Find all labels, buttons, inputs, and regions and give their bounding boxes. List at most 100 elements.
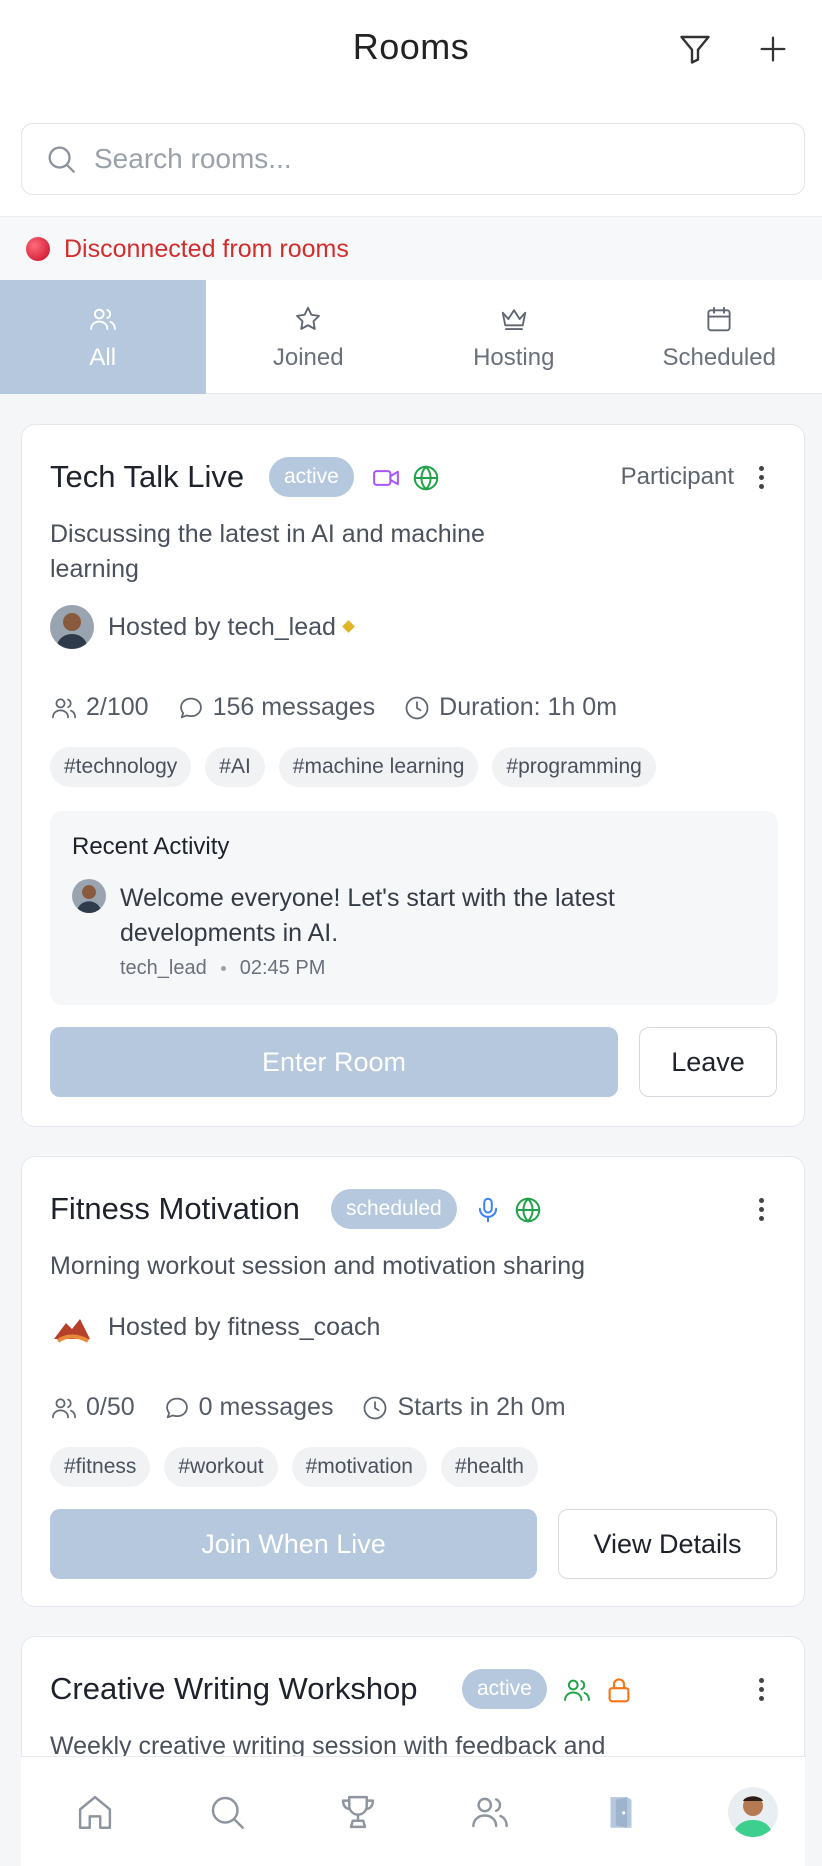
header: Rooms bbox=[0, 0, 822, 100]
trophy-icon bbox=[337, 1791, 379, 1833]
room-description: Discussing the latest in AI and machine … bbox=[50, 520, 485, 583]
activity-meta: tech_lead 02:45 PM bbox=[120, 957, 325, 980]
messages-count: 156 messages bbox=[212, 693, 376, 721]
room-name: Fitness Motivation bbox=[50, 1191, 300, 1226]
clock-icon bbox=[361, 1394, 397, 1422]
start-time-text: Starts in 2h 0m bbox=[397, 1393, 566, 1421]
activity-message: Welcome everyone! Let's start with the l… bbox=[120, 884, 615, 947]
filter-button[interactable] bbox=[674, 28, 716, 70]
users-icon bbox=[50, 1394, 86, 1422]
video-icon bbox=[371, 463, 401, 493]
host-info: Hosted by fitness_coach bbox=[50, 1305, 380, 1349]
recent-activity: Recent Activity Welcome everyone! Let's … bbox=[50, 811, 778, 1005]
tab-joined[interactable]: Joined bbox=[206, 280, 412, 394]
enter-room-button[interactable]: Enter Room bbox=[50, 1027, 618, 1097]
participants-stat: 0/50 bbox=[50, 1393, 135, 1422]
participants-count: 2/100 bbox=[86, 693, 149, 721]
recent-activity-heading: Recent Activity bbox=[72, 833, 230, 860]
duration-text: Duration: 1h 0m bbox=[439, 693, 618, 721]
home-icon bbox=[74, 1791, 116, 1833]
room-description: Morning workout session and motivation s… bbox=[50, 1252, 585, 1280]
nav-profile[interactable] bbox=[723, 1782, 783, 1842]
users-icon bbox=[562, 1675, 592, 1705]
users-icon bbox=[50, 694, 86, 722]
tag[interactable]: #programming bbox=[492, 747, 656, 787]
search-icon bbox=[44, 142, 84, 176]
tag[interactable]: #AI bbox=[205, 747, 265, 787]
room-stats: 2/100 156 messages Duration: 1h 0m bbox=[50, 693, 645, 722]
tag[interactable]: #health bbox=[440, 1447, 538, 1487]
room-card[interactable]: Fitness Motivation scheduled Morning wor… bbox=[21, 1156, 805, 1607]
tag[interactable]: #motivation bbox=[291, 1447, 427, 1487]
tab-all-label: All bbox=[89, 344, 117, 371]
lock-icon bbox=[604, 1675, 634, 1705]
time-stat: Starts in 2h 0m bbox=[361, 1393, 566, 1422]
room-filter-tabs: All Joined Hosting Scheduled bbox=[0, 280, 822, 394]
more-options-button[interactable] bbox=[752, 457, 770, 497]
activity-time: 02:45 PM bbox=[239, 957, 326, 979]
host-info: Hosted by tech_lead bbox=[50, 605, 355, 649]
bottom-navigation bbox=[21, 1756, 805, 1866]
status-badge: scheduled bbox=[331, 1189, 457, 1229]
door-icon bbox=[600, 1791, 642, 1833]
verified-badge-icon bbox=[342, 619, 355, 633]
nav-rooms[interactable] bbox=[591, 1782, 651, 1842]
calendar-icon bbox=[704, 302, 734, 336]
tab-hosting-label: Hosting bbox=[473, 344, 555, 371]
search-input[interactable] bbox=[94, 143, 774, 175]
activity-author: tech_lead bbox=[120, 957, 207, 979]
host-name: Hosted by fitness_coach bbox=[108, 1312, 381, 1341]
star-icon bbox=[293, 302, 323, 336]
view-details-button[interactable]: View Details bbox=[558, 1509, 777, 1579]
message-icon bbox=[163, 1394, 199, 1422]
tag[interactable]: #machine learning bbox=[278, 747, 479, 787]
tag[interactable]: #fitness bbox=[50, 1447, 151, 1487]
role-label: Participant bbox=[620, 463, 734, 490]
room-tags: #technology #AI #machine learning #progr… bbox=[50, 747, 670, 787]
room-tags: #fitness #workout #motivation #health bbox=[50, 1447, 552, 1487]
plus-icon bbox=[756, 32, 790, 66]
connection-status-text: Disconnected from rooms bbox=[64, 234, 349, 263]
message-author-avatar bbox=[72, 879, 106, 913]
messages-stat: 0 messages bbox=[163, 1393, 333, 1422]
add-room-button[interactable] bbox=[752, 28, 794, 70]
time-stat: Duration: 1h 0m bbox=[403, 693, 617, 722]
users-icon bbox=[469, 1791, 511, 1833]
search-bar bbox=[0, 100, 822, 217]
tab-all[interactable]: All bbox=[0, 280, 206, 394]
microphone-icon bbox=[473, 1195, 503, 1225]
host-avatar bbox=[50, 1305, 94, 1349]
nav-search[interactable] bbox=[197, 1782, 257, 1842]
room-name: Creative Writing Workshop bbox=[50, 1671, 418, 1706]
participants-stat: 2/100 bbox=[50, 693, 149, 722]
participants-count: 0/50 bbox=[86, 1393, 135, 1421]
status-badge: active bbox=[269, 457, 354, 497]
users-icon bbox=[88, 302, 118, 336]
room-card[interactable]: Tech Talk Live active Participant Discus… bbox=[21, 424, 805, 1127]
more-options-button[interactable] bbox=[752, 1669, 770, 1709]
crown-icon bbox=[499, 302, 529, 336]
clock-icon bbox=[403, 694, 439, 722]
tab-scheduled[interactable]: Scheduled bbox=[617, 280, 822, 394]
leave-button[interactable]: Leave bbox=[639, 1027, 777, 1097]
join-when-live-button[interactable]: Join When Live bbox=[50, 1509, 537, 1579]
nav-friends[interactable] bbox=[460, 1782, 520, 1842]
search-icon bbox=[206, 1791, 248, 1833]
nav-home[interactable] bbox=[65, 1782, 125, 1842]
more-options-button[interactable] bbox=[752, 1189, 770, 1229]
host-name: Hosted by tech_lead bbox=[108, 612, 336, 641]
globe-icon bbox=[411, 463, 441, 493]
host-avatar bbox=[50, 605, 94, 649]
messages-stat: 156 messages bbox=[177, 693, 376, 722]
tab-hosting[interactable]: Hosting bbox=[411, 280, 617, 394]
message-icon bbox=[177, 694, 213, 722]
status-badge: active bbox=[462, 1669, 547, 1709]
separator-dot bbox=[220, 966, 226, 971]
nav-leaderboard[interactable] bbox=[328, 1782, 388, 1842]
filter-icon bbox=[677, 31, 713, 67]
status-dot-icon bbox=[26, 237, 50, 261]
tag[interactable]: #technology bbox=[50, 747, 192, 787]
tag[interactable]: #workout bbox=[164, 1447, 278, 1487]
room-stats: 0/50 0 messages Starts in 2h 0m bbox=[50, 1393, 594, 1422]
profile-avatar bbox=[727, 1786, 778, 1837]
